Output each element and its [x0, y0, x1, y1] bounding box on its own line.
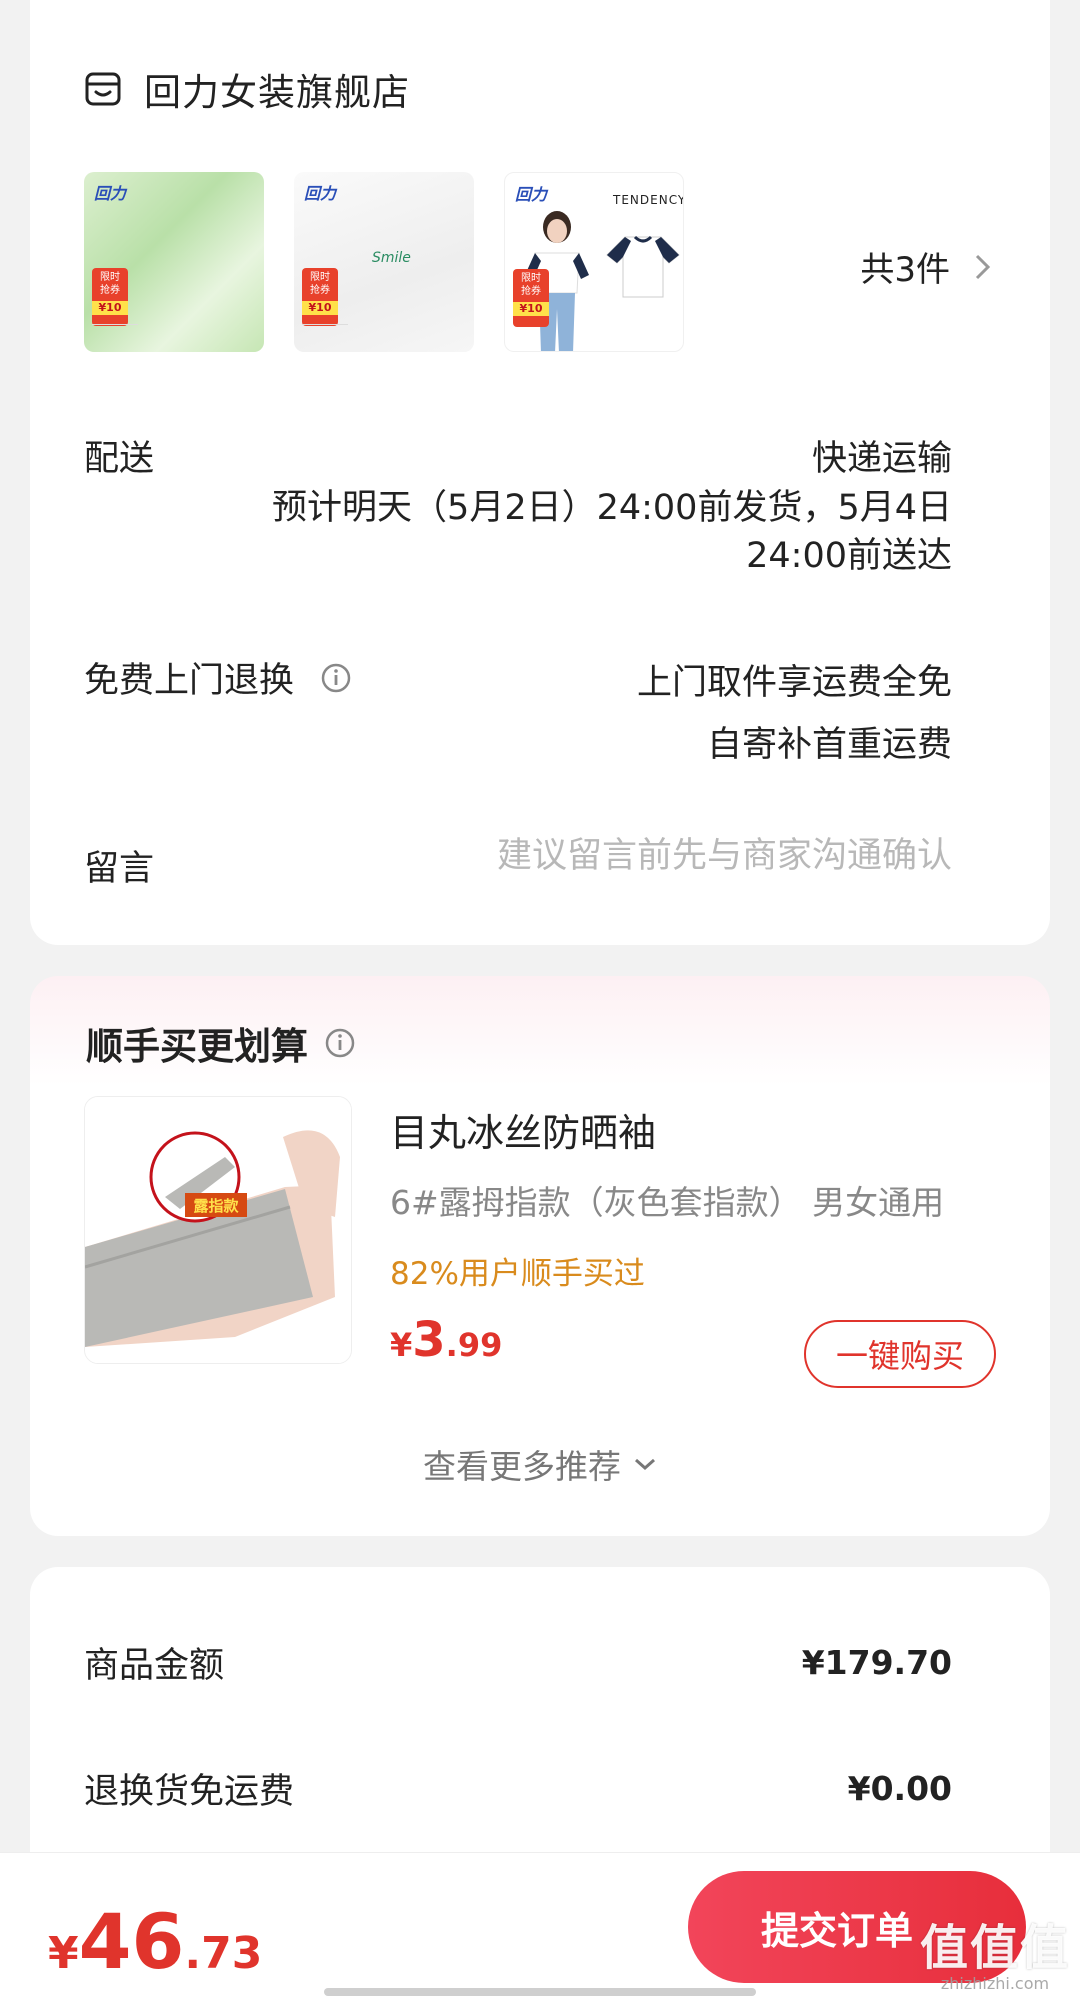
purchase-stat: 82%用户顺手买过: [390, 1256, 645, 1292]
product-thumbnails[interactable]: 回力 限时 抢券 ¥10 回力 Smile 限时 抢券 ¥10 回力 TENDE…: [84, 172, 714, 352]
delivery-estimate-line1: 预计明天（5月2日）24:00前发货，5月4日: [272, 488, 952, 528]
recommended-product-spec[interactable]: 6#露拇指款（灰色套指款） 男女通用: [390, 1176, 1002, 1224]
store-icon: [85, 72, 121, 106]
total-integer: 46: [78, 1897, 185, 1986]
promo-badge-mid: 抢券: [310, 285, 330, 296]
promo-price: ¥10: [513, 302, 549, 316]
store-name: 回力女装旗舰店: [144, 71, 410, 114]
delivery-label: 配送: [84, 439, 155, 479]
recommended-product-price: ¥3.99: [390, 1312, 502, 1368]
thumbnail-fineprint: [92, 324, 138, 346]
delivery-method[interactable]: 快递运输: [812, 430, 952, 481]
promo-badge-top: 限时: [521, 273, 541, 284]
goods-amount-label: 商品金额: [84, 1646, 225, 1686]
one-click-buy-button[interactable]: 一键购买: [804, 1320, 996, 1388]
total-currency: ¥: [48, 1928, 79, 1979]
item-count-link[interactable]: 共3件: [860, 242, 992, 291]
promo-badge: 限时 抢券 ¥10: [513, 269, 549, 327]
promo-price: ¥10: [302, 301, 338, 315]
total-decimal: .73: [184, 1928, 263, 1979]
arm-sleeve-image: 露指款: [85, 1097, 351, 1363]
promo-price: ¥10: [92, 301, 128, 315]
note-input[interactable]: [392, 836, 952, 876]
promo-badge: 限时 抢券 ¥10: [302, 268, 338, 326]
watermark-logo: 值值值: [919, 1920, 1070, 1976]
promo-badge: 限时 抢券 ¥10: [92, 268, 128, 326]
return-detail-line1: 上门取件享运费全免: [636, 663, 952, 703]
return-service-label: 免费上门退换: [84, 661, 295, 701]
brand-logo: 回力: [515, 185, 548, 204]
note-label: 留言: [84, 849, 155, 889]
watermark-url: zhizhizhi.com: [940, 1974, 1050, 1993]
recommended-product-image[interactable]: 露指款: [84, 1096, 352, 1364]
recommendation-title: 顺手买更划算: [86, 1025, 308, 1068]
product-thumbnail[interactable]: 回力 Smile 限时 抢券 ¥10: [294, 172, 474, 352]
checkout-bar: ¥46.73 提交订单: [0, 1852, 1080, 2000]
thumbnail-fineprint: [302, 324, 348, 346]
promo-badge-mid: 抢券: [521, 286, 541, 297]
store-header[interactable]: 回力女装旗舰店: [84, 62, 410, 116]
promo-badge-top: 限时: [100, 272, 120, 283]
return-freight-value: ¥0.00: [847, 1769, 952, 1808]
chevron-down-icon: [635, 1458, 655, 1471]
product-thumbnail[interactable]: 回力 TENDENCY 限时 抢券 ¥10: [504, 172, 684, 352]
recommendation-header: 顺手买更划算: [86, 1016, 356, 1070]
price-integer: 3: [412, 1312, 446, 1368]
chevron-right-icon: [975, 254, 991, 279]
price-decimal: .99: [445, 1326, 503, 1364]
return-service-details: 上门取件享运费全免 自寄补首重运费: [637, 652, 952, 776]
home-indicator[interactable]: [324, 1988, 756, 1996]
goods-amount-value: ¥179.70: [801, 1643, 952, 1682]
brand-logo: 回力: [94, 184, 127, 203]
return-freight-row: 退换货免运费 ¥0.00: [84, 1763, 952, 1814]
store-order-card: 回力女装旗舰店 回力 限时 抢券 ¥10 回力 Smile 限时 抢券 ¥10 …: [30, 0, 1050, 945]
delivery-estimate-line2: 24:00前送达: [746, 536, 952, 576]
goods-amount-row: 商品金额 ¥179.70: [84, 1637, 952, 1688]
product-badge: 露指款: [193, 1197, 239, 1215]
info-icon[interactable]: [324, 1027, 356, 1059]
recommended-product-name[interactable]: 目丸冰丝防晒袖: [390, 1102, 656, 1157]
info-icon[interactable]: [320, 662, 352, 694]
tendency-label: TENDENCY: [613, 193, 684, 207]
more-recommendations-link[interactable]: 查看更多推荐: [30, 1440, 1050, 1488]
order-total: ¥46.73: [48, 1897, 262, 1986]
recommendation-card: 顺手买更划算 露指款 目丸冰丝防晒袖 6#露拇指款（灰色套指款） 男女通用 82…: [30, 976, 1050, 1536]
shirt-print-text: Smile: [372, 250, 411, 266]
item-count: 共3件: [860, 250, 950, 290]
delivery-estimate: 预计明天（5月2日）24:00前发货，5月4日 24:00前送达: [212, 484, 952, 580]
site-watermark: 值值值 zhizhizhi.com: [920, 1908, 1070, 1993]
return-freight-label: 退换货免运费: [84, 1772, 295, 1812]
more-recommendations-label: 查看更多推荐: [423, 1447, 621, 1486]
promo-badge-mid: 抢券: [100, 285, 120, 296]
return-service: 免费上门退换: [84, 652, 352, 703]
promo-badge-top: 限时: [310, 272, 330, 283]
brand-logo: 回力: [304, 184, 337, 203]
return-detail-line2: 自寄补首重运费: [706, 725, 952, 765]
product-thumbnail[interactable]: 回力 限时 抢券 ¥10: [84, 172, 264, 352]
tshirt-image: [606, 235, 680, 298]
price-currency: ¥: [390, 1326, 413, 1364]
